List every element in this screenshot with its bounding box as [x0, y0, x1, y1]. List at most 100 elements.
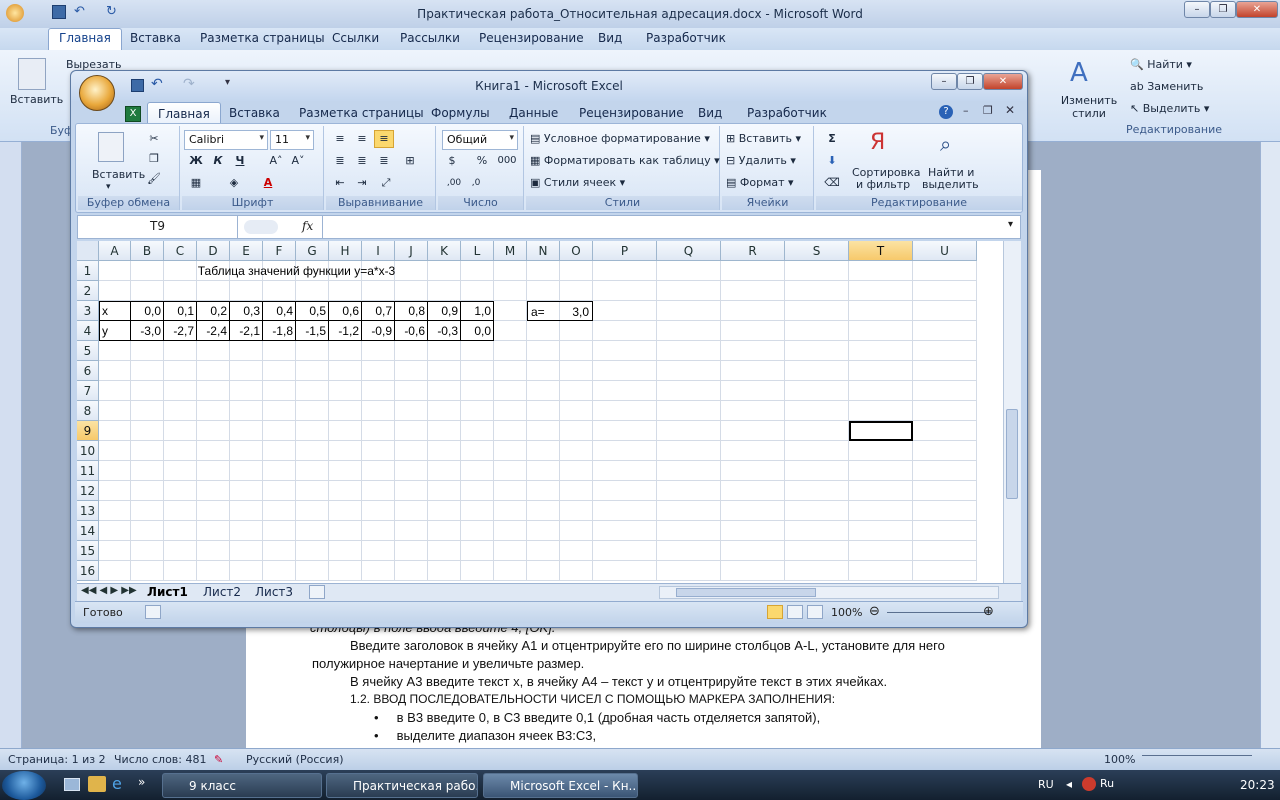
row-header[interactable]: 7 — [77, 381, 99, 401]
row-header[interactable]: 2 — [77, 281, 99, 301]
word-tab-mailings[interactable]: Рассылки — [400, 31, 460, 45]
taskbar-item-folder[interactable]: 9 класс — [162, 773, 322, 798]
cut-icon[interactable]: ✂ — [144, 130, 164, 148]
cell-a-label[interactable]: a= — [527, 301, 560, 321]
row-header[interactable]: 6 — [77, 361, 99, 381]
column-header[interactable]: J — [395, 241, 428, 261]
word-page-count[interactable]: Страница: 1 из 2 — [8, 753, 106, 766]
zoom-out-icon[interactable]: ⊖ — [869, 604, 880, 619]
word-language[interactable]: Русский (Россия) — [246, 753, 344, 766]
align-left-icon[interactable]: ≣ — [330, 152, 350, 170]
bold-button[interactable]: Ж — [186, 152, 206, 170]
align-top-icon[interactable]: ≡ — [330, 130, 350, 148]
row-header[interactable]: 4 — [77, 321, 99, 341]
column-header[interactable]: I — [362, 241, 395, 261]
expand-formula-bar-icon[interactable]: ▾ — [1008, 219, 1013, 230]
paste-button[interactable]: Вставить — [92, 168, 145, 181]
row-header[interactable]: 12 — [77, 481, 99, 501]
row-header[interactable]: 8 — [77, 401, 99, 421]
row-header[interactable]: 11 — [77, 461, 99, 481]
borders-icon[interactable]: ▦ — [186, 174, 206, 192]
horizontal-scroll-thumb[interactable] — [676, 588, 816, 597]
number-format-combo[interactable]: Общий — [442, 130, 518, 150]
start-button[interactable] — [2, 771, 46, 800]
row-header[interactable]: 1 — [77, 261, 99, 281]
workbook-minimize-icon[interactable]: – — [963, 104, 969, 117]
word-tab-review[interactable]: Рецензирование — [479, 31, 584, 45]
word-tab-home[interactable]: Главная — [48, 28, 122, 50]
percent-format-button[interactable]: % — [472, 152, 492, 170]
word-close-button[interactable]: ✕ — [1236, 1, 1278, 18]
cell-styles-button[interactable]: ▣ Стили ячеек ▾ — [530, 176, 625, 189]
font-color-icon[interactable]: A — [258, 174, 278, 192]
insert-sheet-icon[interactable] — [309, 585, 325, 599]
column-header[interactable]: G — [296, 241, 329, 261]
excel-minimize-button[interactable]: – — [931, 73, 957, 90]
formula-input[interactable] — [322, 216, 1008, 238]
decrease-indent-icon[interactable]: ⇤ — [330, 174, 350, 192]
help-icon[interactable]: ? — [939, 105, 953, 119]
increase-decimal-icon[interactable]: ,00 — [444, 174, 464, 192]
column-header[interactable]: P — [593, 241, 657, 261]
active-cell-cursor[interactable] — [849, 421, 913, 441]
column-header[interactable]: S — [785, 241, 849, 261]
excel-tab-layout[interactable]: Разметка страницы — [299, 106, 424, 120]
excel-tab-developer[interactable]: Разработчик — [747, 106, 827, 120]
row-header[interactable]: 15 — [77, 541, 99, 561]
workbook-close-icon[interactable]: ✕ — [1005, 103, 1015, 117]
align-right-icon[interactable]: ≣ — [374, 152, 394, 170]
excel-tab-data[interactable]: Данные — [509, 106, 558, 120]
decrease-font-icon[interactable]: A˅ — [288, 152, 308, 170]
spellcheck-icon[interactable]: ✎ — [214, 753, 223, 766]
word-find-button[interactable]: 🔍 Найти ▾ — [1130, 58, 1192, 71]
excel-restore-button[interactable]: ❐ — [957, 73, 983, 90]
tray-expand-icon[interactable]: ◂ — [1066, 777, 1072, 791]
normal-view-icon[interactable] — [767, 605, 783, 619]
word-tab-references[interactable]: Ссылки — [332, 31, 379, 45]
sheet-nav-first-icon[interactable]: ◀◀ ◀ ▶ ▶▶ — [81, 585, 137, 596]
underline-button[interactable]: Ч — [230, 152, 250, 170]
word-tab-insert[interactable]: Вставка — [130, 31, 181, 45]
cell-a-value[interactable]: 3,0 — [560, 301, 593, 321]
page-layout-view-icon[interactable] — [787, 605, 803, 619]
name-box[interactable]: T9 — [78, 216, 238, 238]
cell-title[interactable]: Таблица значений функции y=a*x-3 — [99, 261, 494, 281]
delete-cells-button[interactable]: ⊟ Удалить ▾ — [726, 154, 796, 167]
font-size-combo[interactable]: 11 — [270, 130, 314, 150]
horizontal-scrollbar[interactable] — [659, 586, 999, 599]
show-desktop-icon[interactable] — [64, 778, 80, 791]
page-break-view-icon[interactable] — [807, 605, 823, 619]
text-orientation-icon[interactable]: ⤢ — [376, 174, 396, 192]
word-tab-layout[interactable]: Разметка страницы — [200, 31, 325, 45]
column-header[interactable]: K — [428, 241, 461, 261]
column-header[interactable]: U — [913, 241, 977, 261]
excel-tab-insert[interactable]: Вставка — [229, 106, 280, 120]
excel-tab-review[interactable]: Рецензирование — [579, 106, 684, 120]
column-header[interactable]: L — [461, 241, 494, 261]
insert-cells-button[interactable]: ⊞ Вставить ▾ — [726, 132, 801, 145]
word-select-button[interactable]: ↖ Выделить ▾ — [1130, 102, 1209, 115]
align-middle-icon[interactable]: ≡ — [352, 130, 372, 148]
column-header[interactable]: F — [263, 241, 296, 261]
column-header[interactable]: T — [849, 241, 913, 261]
excel-close-button[interactable]: ✕ — [983, 73, 1023, 90]
workbook-restore-icon[interactable]: ❐ — [983, 104, 993, 117]
excel-zoom-level[interactable]: 100% — [831, 606, 862, 619]
word-maximize-button[interactable]: ❐ — [1210, 1, 1236, 18]
word-change-styles-button[interactable]: Изменить стили — [1060, 94, 1118, 120]
format-as-table-button[interactable]: ▦ Форматировать как таблицу ▾ — [530, 154, 720, 167]
increase-indent-icon[interactable]: ⇥ — [352, 174, 372, 192]
merge-center-icon[interactable]: ⊞ — [400, 152, 420, 170]
word-zoom-slider[interactable] — [1142, 755, 1252, 764]
macro-record-icon[interactable] — [145, 605, 161, 619]
clear-icon[interactable]: ⌫ — [822, 174, 842, 192]
align-center-icon[interactable]: ≣ — [352, 152, 372, 170]
thousands-format-button[interactable]: 000 — [494, 152, 520, 170]
column-header[interactable]: D — [197, 241, 230, 261]
zoom-slider[interactable] — [887, 612, 991, 613]
font-name-combo[interactable]: Calibri — [184, 130, 268, 150]
taskbar-item-excel[interactable]: Microsoft Excel - Кн... — [483, 773, 638, 798]
language-bar-icon[interactable]: Ru — [1100, 777, 1114, 790]
word-replace-button[interactable]: ab Заменить — [1130, 80, 1203, 93]
paste-dropdown-icon[interactable]: ▾ — [106, 182, 111, 192]
